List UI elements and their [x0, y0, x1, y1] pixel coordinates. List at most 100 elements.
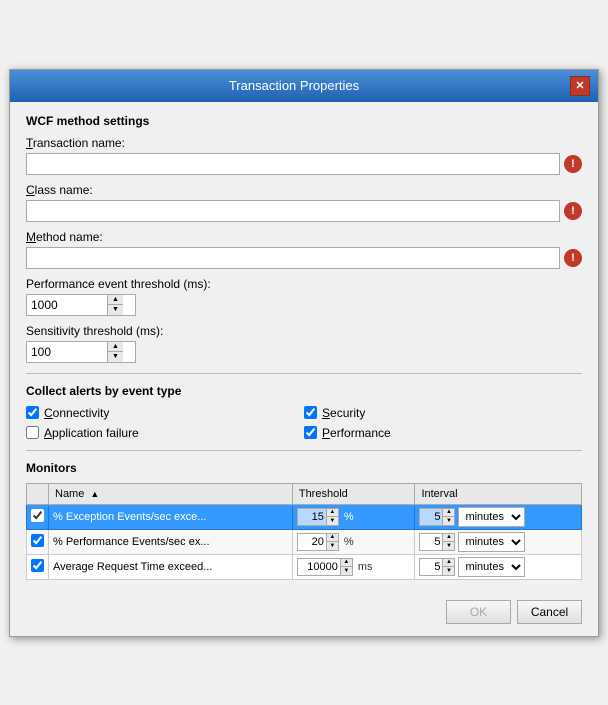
threshold-unit: % [342, 536, 354, 548]
interval-up-button[interactable]: ▲ [443, 509, 454, 517]
performance-threshold-down-button[interactable]: ▼ [108, 304, 123, 315]
threshold-up-button[interactable]: ▲ [327, 534, 338, 542]
threshold-down-button[interactable]: ▼ [341, 566, 352, 575]
method-name-input[interactable] [26, 247, 560, 269]
threshold-input[interactable] [297, 508, 327, 526]
application-failure-checkbox-item: Application failure [26, 426, 304, 440]
interval-input[interactable] [419, 533, 443, 551]
threshold-cell: ▲ ▼ % [292, 529, 415, 554]
method-name-row: ! [26, 247, 582, 269]
connectivity-checkbox[interactable] [26, 406, 39, 419]
method-name-error-icon: ! [564, 249, 582, 267]
close-button[interactable]: ✕ [570, 76, 590, 96]
interval-down-button[interactable]: ▼ [443, 541, 454, 550]
interval-cell: ▲ ▼ minutes hours seconds [415, 504, 582, 529]
application-failure-checkbox[interactable] [26, 426, 39, 439]
monitor-checkbox[interactable] [31, 509, 44, 522]
threshold-up-button[interactable]: ▲ [341, 559, 352, 567]
security-label: Security [322, 406, 365, 420]
threshold-column-header: Threshold [292, 483, 415, 504]
interval-down-button[interactable]: ▼ [443, 566, 454, 575]
performance-threshold-spinner: ▲ ▼ [26, 294, 136, 316]
threshold-input[interactable] [297, 533, 327, 551]
interval-spinner: ▲ ▼ minutes hours seconds [419, 507, 577, 527]
monitors-table-container: Name ▲ Threshold Interval % Exception Ev… [26, 483, 582, 580]
performance-threshold-input[interactable] [27, 295, 107, 315]
threshold-spinner: ▲ ▼ ms [297, 557, 411, 577]
table-row: % Exception Events/sec exce... ▲ ▼ % ▲ ▼… [27, 504, 582, 529]
divider-2 [26, 450, 582, 451]
threshold-up-button[interactable]: ▲ [327, 509, 338, 517]
monitor-name-cell: % Exception Events/sec exce... [49, 504, 293, 529]
wcf-section-title: WCF method settings [26, 114, 582, 128]
connectivity-checkbox-item: Connectivity [26, 406, 304, 420]
title-bar: Transaction Properties ✕ [10, 70, 598, 102]
performance-threshold-row: ▲ ▼ [26, 294, 582, 316]
security-checkbox[interactable] [304, 406, 317, 419]
connectivity-label: Connectivity [44, 406, 109, 420]
ok-button[interactable]: OK [446, 600, 511, 624]
performance-threshold-spinner-buttons: ▲ ▼ [107, 295, 123, 315]
application-failure-label: Application failure [44, 426, 139, 440]
interval-input[interactable] [419, 558, 443, 576]
divider-1 [26, 373, 582, 374]
sensitivity-threshold-spinner-buttons: ▲ ▼ [107, 342, 123, 362]
alerts-section-title: Collect alerts by event type [26, 384, 582, 398]
sensitivity-threshold-row: ▲ ▼ [26, 341, 582, 363]
performance-checkbox[interactable] [304, 426, 317, 439]
threshold-down-button[interactable]: ▼ [327, 541, 338, 550]
performance-label: Performance [322, 426, 391, 440]
interval-input[interactable] [419, 508, 443, 526]
threshold-unit: % [342, 511, 354, 523]
monitors-table-header-row: Name ▲ Threshold Interval [27, 483, 582, 504]
threshold-spinner: ▲ ▼ % [297, 532, 411, 552]
interval-down-button[interactable]: ▼ [443, 516, 454, 525]
cancel-button[interactable]: Cancel [517, 600, 582, 624]
threshold-unit: ms [356, 561, 373, 573]
checkbox-column-header [27, 483, 49, 504]
sensitivity-threshold-down-button[interactable]: ▼ [108, 351, 123, 362]
sensitivity-threshold-spinner: ▲ ▼ [26, 341, 136, 363]
threshold-cell: ▲ ▼ % [292, 504, 415, 529]
table-row: Average Request Time exceed... ▲ ▼ ms ▲ … [27, 554, 582, 579]
transaction-name-row: ! [26, 153, 582, 175]
transaction-name-input[interactable] [26, 153, 560, 175]
sensitivity-threshold-input[interactable] [27, 342, 107, 362]
interval-up-button[interactable]: ▲ [443, 559, 454, 567]
dialog-title: Transaction Properties [18, 78, 570, 93]
row-checkbox-cell [27, 504, 49, 529]
security-checkbox-item: Security [304, 406, 582, 420]
interval-unit-select[interactable]: minutes hours seconds [458, 532, 525, 552]
monitors-section-title: Monitors [26, 461, 582, 475]
interval-column-header: Interval [415, 483, 582, 504]
transaction-name-error-icon: ! [564, 155, 582, 173]
name-column-label: Name [55, 488, 84, 500]
monitor-checkbox[interactable] [31, 559, 44, 572]
interval-cell: ▲ ▼ minutes hours seconds [415, 529, 582, 554]
interval-unit-select[interactable]: minutes hours seconds [458, 557, 525, 577]
method-name-label: Method name: [26, 230, 582, 244]
sort-arrow-icon: ▲ [90, 489, 99, 499]
interval-up-button[interactable]: ▲ [443, 534, 454, 542]
dialog-footer: OK Cancel [10, 592, 598, 636]
threshold-down-button[interactable]: ▼ [327, 516, 338, 525]
interval-spinner: ▲ ▼ minutes hours seconds [419, 532, 577, 552]
performance-threshold-up-button[interactable]: ▲ [108, 295, 123, 305]
row-checkbox-cell [27, 529, 49, 554]
monitors-table: Name ▲ Threshold Interval % Exception Ev… [26, 483, 582, 580]
interval-unit-select[interactable]: minutes hours seconds [458, 507, 525, 527]
interval-spinner: ▲ ▼ minutes hours seconds [419, 557, 577, 577]
sensitivity-threshold-label: Sensitivity threshold (ms): [26, 324, 582, 338]
name-column-header[interactable]: Name ▲ [49, 483, 293, 504]
threshold-input[interactable] [297, 558, 341, 576]
threshold-cell: ▲ ▼ ms [292, 554, 415, 579]
class-name-row: ! [26, 200, 582, 222]
sensitivity-threshold-up-button[interactable]: ▲ [108, 342, 123, 352]
transaction-properties-dialog: Transaction Properties ✕ WCF method sett… [9, 69, 599, 637]
monitor-checkbox[interactable] [31, 534, 44, 547]
class-name-input[interactable] [26, 200, 560, 222]
row-checkbox-cell [27, 554, 49, 579]
performance-checkbox-item: Performance [304, 426, 582, 440]
table-row: % Performance Events/sec ex... ▲ ▼ % ▲ ▼… [27, 529, 582, 554]
class-name-error-icon: ! [564, 202, 582, 220]
